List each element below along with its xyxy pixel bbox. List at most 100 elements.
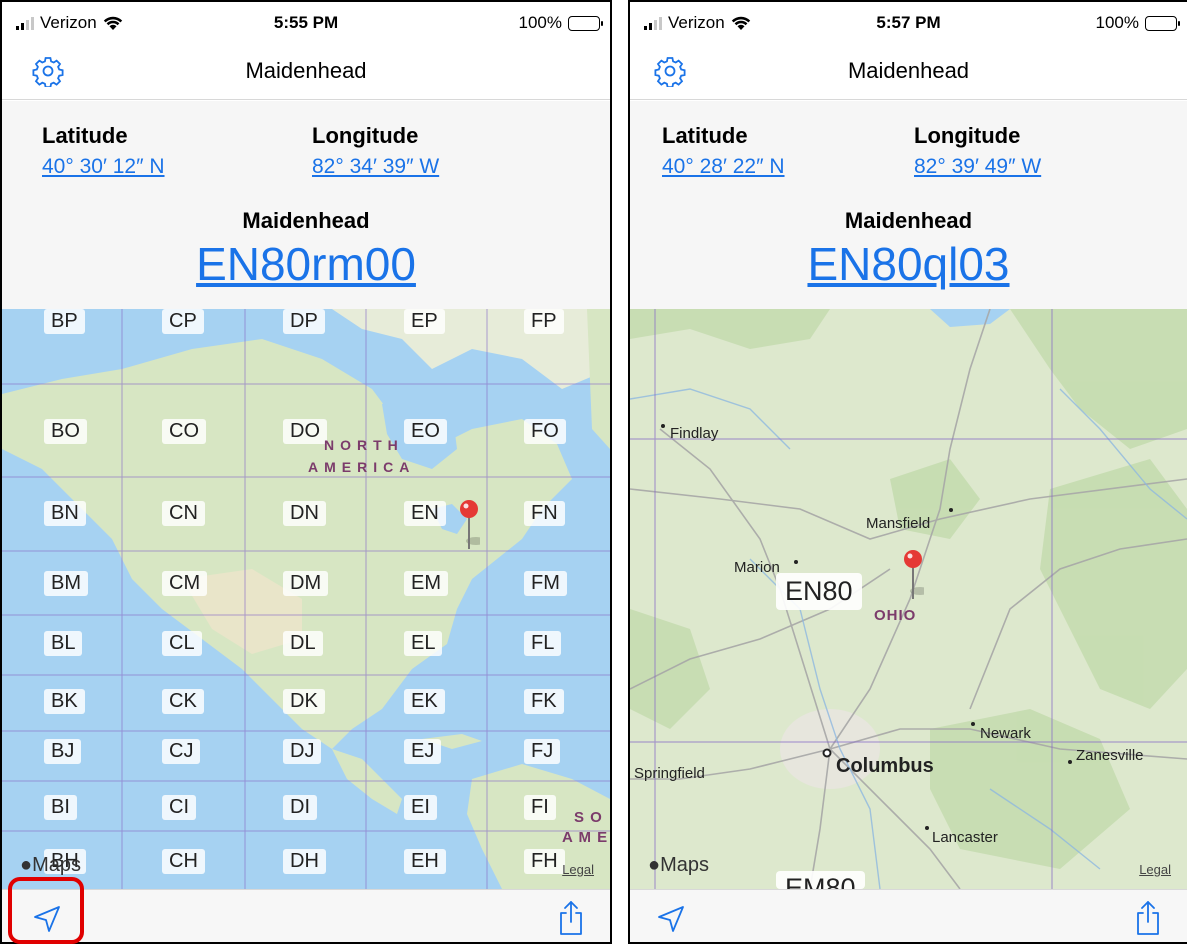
share-icon[interactable]	[1133, 900, 1163, 936]
longitude-value-link[interactable]: 82° 39′ 49″ W	[914, 155, 1041, 179]
grid-square-label: EN	[404, 501, 446, 526]
battery-icon	[1145, 15, 1180, 31]
maidenhead-label: Maidenhead	[844, 208, 973, 233]
battery-percent: 100%	[518, 13, 562, 32]
nav-bar: Maidenhead	[2, 42, 610, 100]
bottom-toolbar	[2, 889, 610, 942]
grid-square-label: DN	[283, 501, 326, 526]
latitude-label: Latitude	[662, 123, 748, 148]
place-label-marion: Marion	[734, 559, 780, 576]
grid-square-label: CJ	[162, 739, 201, 764]
grid-square-label: FK	[524, 689, 564, 714]
grid-square-label: EJ	[404, 739, 442, 764]
grid-square-label: EP	[404, 309, 445, 334]
grid-square-label: BM	[44, 571, 88, 596]
maidenhead-value-link[interactable]: EN80ql03	[630, 237, 1187, 291]
grid-square-label: DH	[283, 849, 326, 874]
latitude-value-link[interactable]: 40° 30′ 12″ N	[42, 155, 165, 179]
phone-screen-left: Verizon 5:55 PM 100% Maidenhead Latitude…	[0, 0, 612, 944]
location-arrow-icon[interactable]	[656, 904, 686, 934]
grid-square-label: BL	[44, 631, 83, 656]
map-view[interactable]: BP CP DP EP FP BO CO DO EO FO BN CN DN EN FN BM CM DM EM FM…	[2, 309, 610, 889]
grid-square-label: EH	[404, 849, 446, 874]
location-pin-icon[interactable]	[458, 499, 480, 549]
maidenhead-value-link[interactable]: EN80rm00	[2, 237, 610, 291]
nav-bar: Maidenhead	[630, 42, 1187, 100]
grid-square-label: EL	[404, 631, 443, 656]
longitude-label: Longitude	[914, 123, 1021, 148]
place-label-newark: Newark	[980, 725, 1031, 742]
grid-square-label: BK	[44, 689, 85, 714]
battery-icon	[568, 15, 603, 31]
grid-square-label: BI	[44, 795, 77, 820]
status-right: 100%	[518, 13, 603, 33]
grid-square-label-en80: EN80	[776, 573, 862, 610]
place-label-lancaster: Lancaster	[932, 829, 998, 846]
grid-square-label: FM	[524, 571, 567, 596]
grid-square-label: FN	[524, 501, 565, 526]
place-label-mansfield: Mansfield	[866, 515, 931, 532]
region-label-north: NORTH	[324, 437, 404, 453]
grid-square-label: BJ	[44, 739, 82, 764]
grid-square-label: BP	[44, 309, 85, 334]
grid-square-label: CM	[162, 571, 208, 596]
grid-square-label: FO	[524, 419, 566, 444]
battery-percent: 100%	[1095, 13, 1139, 32]
grid-square-label: DO	[283, 419, 327, 444]
grid-square-label: BN	[44, 501, 86, 526]
grid-square-label: DK	[283, 689, 325, 714]
map-view[interactable]: Findlay Mansfield Marion Newark Zanesvil…	[630, 309, 1187, 889]
grid-square-label: DP	[283, 309, 325, 334]
grid-square-label: DM	[283, 571, 329, 596]
grid-square-label: DJ	[283, 739, 322, 764]
latitude-label: Latitude	[42, 123, 128, 148]
grid-square-label: CK	[162, 689, 204, 714]
place-label-findlay: Findlay	[670, 425, 719, 442]
grid-square-label: FI	[524, 795, 556, 820]
highlight-box	[8, 877, 84, 944]
latitude-value-link[interactable]: 40° 28′ 22″ N	[662, 155, 785, 179]
legal-link[interactable]: Legal	[562, 862, 594, 877]
grid-square-label: CI	[162, 795, 196, 820]
share-icon[interactable]	[556, 900, 586, 936]
grid-square-label: DI	[283, 795, 317, 820]
longitude-label: Longitude	[312, 123, 419, 148]
legal-link[interactable]: Legal	[1139, 862, 1171, 877]
nav-title: Maidenhead	[245, 58, 367, 83]
phone-screen-right: Verizon 5:57 PM 100% Maidenhead Latitude…	[628, 0, 1187, 944]
grid-square-label: FH	[524, 849, 565, 874]
maidenhead-label: Maidenhead	[242, 208, 370, 233]
status-bar: Verizon 5:55 PM 100%	[2, 2, 610, 42]
region-label-corner-1: S O	[574, 809, 603, 826]
grid-square-label: CH	[162, 849, 205, 874]
status-right: 100%	[1095, 13, 1180, 33]
grid-square-label: DL	[283, 631, 323, 656]
nav-title: Maidenhead	[847, 58, 970, 83]
location-pin-icon[interactable]	[902, 549, 924, 599]
grid-square-label-em80: EM80	[776, 871, 865, 889]
place-label-springfield: Springfield	[634, 765, 705, 782]
grid-square-label: FJ	[524, 739, 561, 764]
grid-square-label: EM	[404, 571, 448, 596]
longitude-value-link[interactable]: 82° 34′ 39″ W	[312, 155, 439, 179]
grid-square-label: CP	[162, 309, 204, 334]
grid-square-label: EO	[404, 419, 447, 444]
place-label-columbus: Columbus	[836, 755, 934, 777]
bottom-toolbar	[630, 889, 1187, 942]
ohio-map-graphic	[630, 309, 1187, 889]
grid-square-label: CO	[162, 419, 206, 444]
coordinate-panel: Latitude 40° 30′ 12″ N Longitude 82° 34′…	[2, 101, 610, 309]
coordinate-panel: Latitude 40° 28′ 22″ N Longitude 82° 39′…	[630, 101, 1187, 309]
grid-square-label: FP	[524, 309, 564, 334]
grid-square-label: EK	[404, 689, 445, 714]
apple-maps-logo: ●Maps	[20, 854, 81, 876]
region-label-america: AMERICA	[308, 459, 416, 475]
region-label-corner-2: A M E	[562, 829, 609, 846]
grid-square-label: CL	[162, 631, 202, 656]
grid-square-label: BO	[44, 419, 87, 444]
grid-square-label: EI	[404, 795, 437, 820]
grid-square-label: CN	[162, 501, 205, 526]
region-label-ohio: OHIO	[874, 607, 917, 624]
apple-maps-logo: ●Maps	[648, 854, 709, 876]
place-label-zanesville: Zanesville	[1076, 747, 1144, 764]
